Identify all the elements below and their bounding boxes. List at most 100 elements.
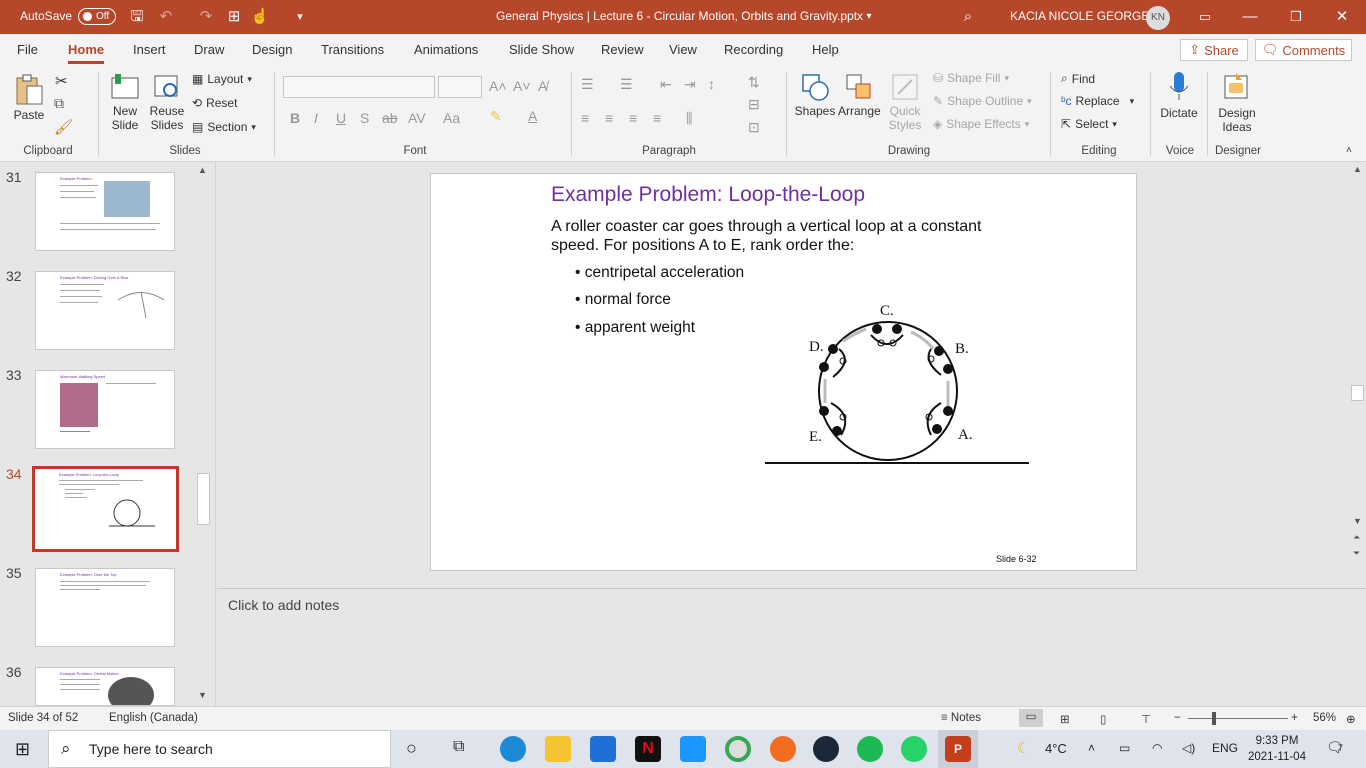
prime-video-icon[interactable] [680, 736, 706, 762]
decrease-indent-icon[interactable]: ⇤ [660, 76, 672, 93]
chrome-icon[interactable] [725, 736, 751, 762]
layout-button[interactable]: ▦ Layout ▾ [192, 72, 252, 86]
wifi-icon[interactable]: ◠ [1152, 741, 1162, 755]
fit-to-window-icon[interactable]: ⊕ [1346, 712, 1356, 726]
strikethrough-icon[interactable]: ab [382, 110, 398, 126]
steam-icon[interactable] [813, 736, 839, 762]
shapes-button[interactable]: Shapes [794, 72, 836, 118]
shadow-icon[interactable]: S [360, 110, 369, 126]
shape-effects-button[interactable]: ◈ Shape Effects ▾ [933, 117, 1029, 131]
title-dropdown-icon[interactable]: ▾ [859, 7, 879, 27]
slide-sorter-icon[interactable]: ⊞ [1060, 712, 1070, 726]
increase-font-icon[interactable]: A˄ [489, 78, 507, 94]
undo-icon[interactable]: ↶ [156, 7, 176, 27]
autosave-toggle[interactable]: Off [78, 8, 116, 25]
clear-formatting-icon[interactable]: A̸ [538, 78, 547, 94]
bold-icon[interactable]: B [290, 110, 300, 126]
change-case-icon[interactable]: Aa [443, 110, 460, 126]
save-icon[interactable]: 🖫 [127, 7, 147, 27]
columns-icon[interactable]: ⫼ [686, 110, 692, 127]
underline-icon[interactable]: U [336, 110, 346, 126]
slideshow-icon[interactable]: ⊤ [1141, 712, 1151, 726]
slide-thumbnail-36[interactable]: Example Problem: Orbital Motion [35, 667, 175, 706]
scroll-up-icon[interactable]: ▲ [1353, 164, 1362, 174]
search-icon[interactable]: ⌕ [958, 7, 978, 27]
line-spacing-icon[interactable]: ↕ [708, 76, 715, 92]
whatsapp-icon[interactable] [901, 736, 927, 762]
tab-animations[interactable]: Animations [414, 42, 478, 57]
next-slide-icon[interactable]: ⏷ [1353, 548, 1360, 559]
previous-slide-icon[interactable]: ⏶ [1353, 532, 1360, 543]
arrange-button[interactable]: Arrange [838, 72, 881, 118]
zoom-slider-thumb[interactable] [1212, 712, 1216, 725]
input-language[interactable]: ENG [1212, 741, 1238, 755]
slide-body[interactable]: A roller coaster car goes through a vert… [551, 217, 1011, 255]
present-icon[interactable]: ⊞ [224, 7, 244, 27]
find-button[interactable]: ⌕ Find [1061, 71, 1095, 86]
thumbnail-scrollbar[interactable]: ▲ ▼ [196, 165, 210, 702]
tab-recording[interactable]: Recording [724, 42, 783, 57]
edge-icon[interactable] [500, 736, 526, 762]
file-explorer-icon[interactable] [545, 736, 571, 762]
powerpoint-icon[interactable]: P [945, 736, 971, 762]
new-slide-button[interactable]: New Slide [106, 72, 144, 132]
music-app-icon[interactable] [770, 736, 796, 762]
redo-icon[interactable]: ↷ [196, 7, 216, 27]
notes-placeholder[interactable]: Click to add notes [228, 597, 339, 613]
font-size-combo[interactable] [438, 76, 482, 98]
italic-icon[interactable]: I [314, 110, 318, 126]
loop-the-loop-diagram[interactable]: C. B. A. D. E. [761, 299, 1036, 469]
scroll-up-icon[interactable]: ▲ [198, 165, 207, 175]
align-center-icon[interactable]: ≡ [605, 110, 613, 126]
numbering-icon[interactable]: ☰ [620, 76, 633, 93]
weather-temperature[interactable]: 4°C [1045, 741, 1067, 756]
editor-scroll-thumb[interactable] [1351, 385, 1364, 401]
replace-button[interactable]: ᵇc Replace ▾ [1061, 94, 1134, 108]
shape-fill-button[interactable]: ⛁ Shape Fill ▾ [933, 71, 1009, 85]
slide-thumbnail-31[interactable]: Example Problem [35, 172, 175, 251]
slide-thumbnail-35[interactable]: Example Problem: Over the Top [35, 568, 175, 647]
zoom-slider[interactable] [1188, 718, 1288, 719]
tab-slide-show[interactable]: Slide Show [509, 42, 574, 57]
increase-indent-icon[interactable]: ⇥ [684, 76, 696, 93]
notes-toggle[interactable]: ≡ Notes [941, 712, 981, 724]
notes-pane[interactable]: Click to add notes [217, 588, 1366, 706]
weather-icon[interactable]: ☾ [1017, 739, 1030, 757]
font-name-combo[interactable] [283, 76, 435, 98]
align-left-icon[interactable]: ≡ [581, 110, 589, 126]
collapse-ribbon-icon[interactable]: ˄ [1346, 145, 1352, 156]
editor-scrollbar[interactable]: ▲ ▼ ⏶ ⏷ [1349, 162, 1366, 587]
select-button[interactable]: ⇱ Select ▾ [1061, 117, 1117, 131]
shape-outline-button[interactable]: ✎ Shape Outline ▾ [933, 94, 1032, 108]
thumbnail-scroll-thumb[interactable] [197, 473, 210, 525]
avatar[interactable]: KN [1146, 6, 1170, 30]
tab-home[interactable]: Home [68, 42, 105, 64]
align-text-icon[interactable]: ⊟ [748, 96, 760, 113]
slide-title[interactable]: Example Problem: Loop-the-Loop [551, 183, 865, 207]
zoom-level[interactable]: 56% [1313, 712, 1336, 724]
char-spacing-icon[interactable]: AV [408, 110, 426, 126]
smartart-icon[interactable]: ⊡ [748, 119, 760, 136]
justify-icon[interactable]: ≡ [653, 110, 661, 126]
restore-icon[interactable]: ❐ [1286, 7, 1306, 27]
cut-icon[interactable]: ✂ [55, 72, 68, 90]
comments-button[interactable]: 🗨 Comments [1255, 39, 1352, 61]
share-button[interactable]: ⇪ Share [1180, 39, 1248, 61]
section-button[interactable]: ▤ Section ▾ [192, 120, 256, 134]
user-name[interactable]: KACIA NICOLE GEORGE [1010, 9, 1149, 23]
decrease-font-icon[interactable]: A˅ [513, 78, 531, 94]
spotify-icon[interactable] [857, 736, 883, 762]
system-clock[interactable]: 9:33 PM 2021-11-04 [1248, 733, 1306, 765]
font-color-icon[interactable]: A [528, 108, 537, 124]
slide-thumbnail-34[interactable]: Example Problem: Loop-the-Loop [32, 466, 179, 552]
reading-view-icon[interactable]: ▯ [1100, 712, 1106, 726]
quick-styles-button[interactable]: Quick Styles [884, 72, 926, 132]
align-right-icon[interactable]: ≡ [629, 110, 637, 126]
tab-transitions[interactable]: Transitions [321, 42, 384, 57]
tab-review[interactable]: Review [601, 42, 644, 57]
tab-insert[interactable]: Insert [133, 42, 166, 57]
reuse-slides-button[interactable]: Reuse Slides [148, 72, 186, 132]
touch-mode-icon[interactable]: ☝ [250, 7, 270, 27]
taskbar-search[interactable]: ⌕ Type here to search [48, 730, 391, 768]
tab-draw[interactable]: Draw [194, 42, 224, 57]
